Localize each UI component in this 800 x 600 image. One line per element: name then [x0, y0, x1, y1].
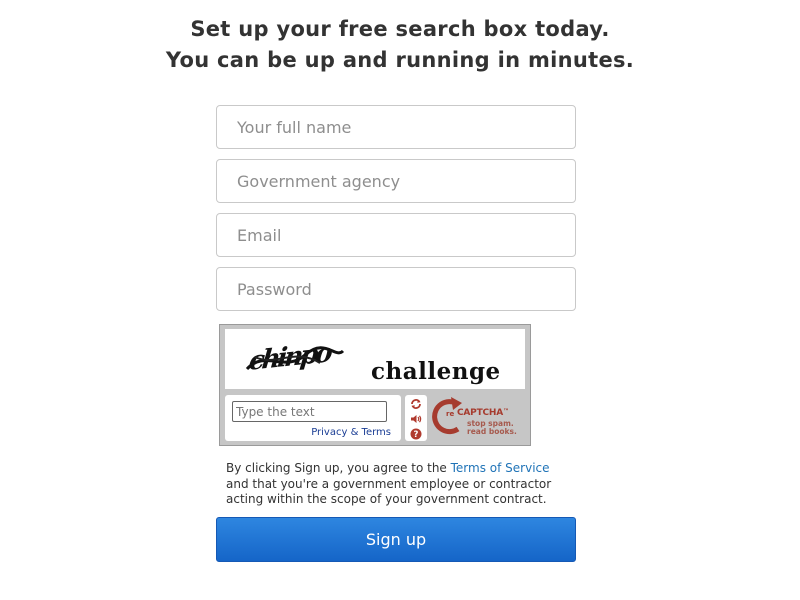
recaptcha-name: CAPTCHA™	[457, 408, 509, 418]
help-icon[interactable]: ?	[409, 427, 423, 440]
government-agency-input[interactable]	[216, 159, 576, 203]
password-input[interactable]	[216, 267, 576, 311]
terms-of-service-link[interactable]: Terms of Service	[451, 461, 550, 475]
captcha-response-input[interactable]	[232, 401, 387, 422]
email-input[interactable]	[216, 213, 576, 257]
terms-notice: By clicking Sign up, you agree to the Te…	[226, 461, 552, 506]
full-name-input[interactable]	[216, 105, 576, 149]
audio-icon[interactable]	[409, 412, 423, 425]
captcha-controls: ?	[405, 395, 427, 441]
captcha-input-panel: Privacy & Terms	[225, 395, 401, 441]
captcha-privacy-link[interactable]: Privacy & Terms	[311, 427, 391, 438]
heading-line-1: Set up your free search box today.	[190, 17, 610, 41]
recaptcha-widget: chinpo challenge Privacy & Terms	[219, 324, 531, 446]
captcha-challenge-image: chinpo challenge	[225, 329, 525, 389]
svg-text:?: ?	[414, 430, 419, 440]
sign-up-button[interactable]: Sign up	[216, 517, 576, 562]
captcha-challenge-word: challenge	[371, 358, 501, 385]
recaptcha-tagline: stop spam. read books.	[467, 419, 517, 436]
page-heading: Set up your free search box today. You c…	[0, 14, 800, 76]
recaptcha-logo: re CAPTCHA™ stop spam. read books.	[432, 395, 528, 441]
recaptcha-prefix: re	[446, 410, 455, 418]
refresh-icon[interactable]	[409, 397, 423, 410]
heading-line-2: You can be up and running in minutes.	[165, 48, 635, 72]
